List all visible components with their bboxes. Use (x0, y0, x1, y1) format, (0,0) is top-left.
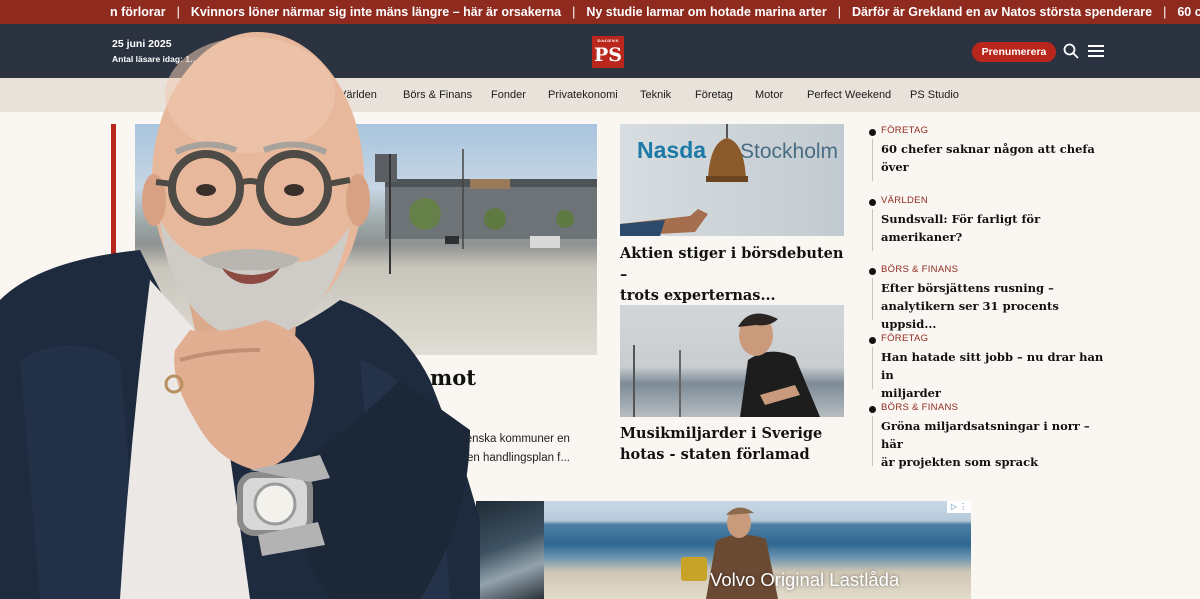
divider-line (872, 139, 873, 181)
bell-illustration (620, 124, 748, 236)
sidebar-article[interactable]: BÖRS & FINANS Gröna miljardsatsningar i … (869, 402, 1109, 471)
sidebar-title-line: är projekten som sprack (881, 455, 1039, 469)
sidebar-title-line: Sundsvall: För farligt för (881, 212, 1041, 226)
sidebar-category[interactable]: VÄRLDEN (881, 195, 928, 206)
logo-big-text: PS (593, 44, 622, 66)
sidebar-title-line: över (881, 160, 909, 174)
sidebar-article[interactable]: FÖRETAG 60 chefer saknar någon att chefa… (869, 125, 1109, 181)
divider-line (872, 209, 873, 251)
sidebar-title[interactable]: Gröna miljardsatsningar i norr – här är p… (881, 417, 1109, 471)
main-nav: Världen Börs & Finans Fonder Privatekono… (0, 78, 1200, 112)
bullet-icon (869, 129, 876, 136)
sidebar-article[interactable]: FÖRETAG Han hatade sitt jobb – nu drar h… (869, 333, 1109, 400)
nav-item-privatekonomi[interactable]: Privatekonomi (548, 89, 618, 101)
bullet-icon (869, 268, 876, 275)
article-image-nasdaq[interactable]: Nasda Stockholm (620, 124, 844, 236)
nav-item-bors-finans[interactable]: Börs & Finans (403, 89, 472, 101)
sidebar-article[interactable]: BÖRS & FINANS Efter börsjättens rusning … (869, 264, 1109, 331)
subscribe-button[interactable]: Prenumerera (972, 42, 1056, 62)
sidebar-title[interactable]: Sundsvall: För farligt för amerikaner? (881, 210, 1109, 246)
sidebar-title-line: Han hatade sitt jobb – nu drar han in (881, 350, 1104, 382)
sidebar-title[interactable]: Han hatade sitt jobb – nu drar han in mil… (881, 348, 1109, 402)
article-title-line: Aktien stiger i börsdebuten – (620, 245, 844, 283)
ticker-separator: | (1163, 5, 1167, 19)
site-logo[interactable]: DAGENS PS (592, 36, 624, 68)
lead-accent-bar (111, 124, 116, 284)
bullet-icon (869, 406, 876, 413)
nav-item-motor[interactable]: Motor (755, 89, 783, 101)
wristwatch (237, 472, 313, 536)
bullet-icon (869, 199, 876, 206)
sidebar-title-line: Efter börsjättens rusning – (881, 281, 1054, 295)
ticker-separator: | (572, 5, 576, 19)
lead-article-excerpt: venska kommuner en r en handlingsplan f.… (460, 430, 600, 468)
article-title[interactable]: Aktien stiger i börsdebuten – trots expe… (620, 243, 850, 306)
hamburger-menu-icon[interactable] (1088, 45, 1104, 57)
sidebar-category[interactable]: BÖRS & FINANS (881, 264, 958, 275)
ticker-item[interactable]: 60 che (1177, 0, 1200, 24)
volvo-advertisement[interactable]: Volvo Original Lastlåda (476, 501, 971, 599)
sidebar-title-line: analytikern ser 31 procents uppsid... (881, 299, 1059, 331)
divider-line (872, 416, 873, 466)
ad-caption: Volvo Original Lastlåda (710, 569, 900, 590)
adchoices-icon[interactable]: ▷ ⋮ (947, 501, 971, 513)
nav-item-foretag[interactable]: Företag (695, 89, 733, 101)
musician-illustration (633, 313, 820, 417)
nav-item-ps-studio[interactable]: PS Studio (910, 89, 959, 101)
divider-line (872, 278, 873, 320)
lead-excerpt-line: r en handlingsplan f... (460, 452, 570, 464)
article-title[interactable]: Musikmiljarder i Sverige hotas - staten … (620, 423, 850, 465)
bullet-icon (869, 337, 876, 344)
sidebar-title-line: 60 chefer saknar någon att chefa (881, 142, 1095, 156)
article-image-musician[interactable] (620, 305, 844, 417)
sidebar-title-line: miljarder (881, 386, 941, 400)
logo-small-text: DAGENS (597, 38, 619, 43)
ticker-item[interactable]: Därför är Grekland en av Natos största s… (852, 0, 1152, 24)
article-title-line: Musikmiljarder i Sverige (620, 425, 823, 442)
lead-excerpt-line: venska kommuner en (460, 433, 570, 445)
sidebar-title[interactable]: Efter börsjättens rusning – analytikern s… (881, 279, 1109, 333)
sidebar-category[interactable]: BÖRS & FINANS (881, 402, 958, 413)
ticker-item[interactable]: n förlorar (110, 0, 166, 24)
news-ticker[interactable]: n förlorar | Kvinnors löner närmar sig int… (0, 0, 1200, 24)
sidebar-category[interactable]: FÖRETAG (881, 125, 928, 136)
sidebar-title-line: amerikaner? (881, 230, 963, 244)
sidebar-article[interactable]: VÄRLDEN Sundsvall: För farligt för amerik… (869, 195, 1109, 251)
ticker-separator: | (837, 5, 841, 19)
nav-item-fonder[interactable]: Fonder (491, 89, 526, 101)
lead-article-image[interactable] (135, 124, 597, 355)
nav-item-perfect-weekend[interactable]: Perfect Weekend (807, 89, 891, 101)
search-icon[interactable] (1063, 43, 1079, 59)
article-title-line: hotas - staten förlamad (620, 446, 810, 463)
readers-count: Antal läsare idag: 1… (112, 54, 199, 64)
ticker-item[interactable]: Ny studie larmar om hotade marina arter (586, 0, 826, 24)
street-scene-illustration (375, 149, 597, 274)
lead-article-title[interactable]: mot (430, 365, 476, 390)
sidebar-title-line: Gröna miljardsatsningar i norr – här (881, 419, 1090, 451)
site-header: 25 juni 2025 Antal läsare idag: 1… DAGEN… (0, 24, 1200, 78)
ticker-item[interactable]: Kvinnors löner närmar sig inte mäns läng… (191, 0, 561, 24)
divider-line (872, 347, 873, 389)
article-title-line: trots experternas... (620, 287, 776, 304)
ticker-separator: | (176, 5, 180, 19)
current-date: 25 juni 2025 (112, 38, 172, 50)
sidebar-title[interactable]: 60 chefer saknar någon att chefa över (881, 140, 1109, 176)
nav-item-varlden[interactable]: Världen (339, 89, 377, 101)
nav-item-teknik[interactable]: Teknik (640, 89, 671, 101)
sidebar-category[interactable]: FÖRETAG (881, 333, 928, 344)
